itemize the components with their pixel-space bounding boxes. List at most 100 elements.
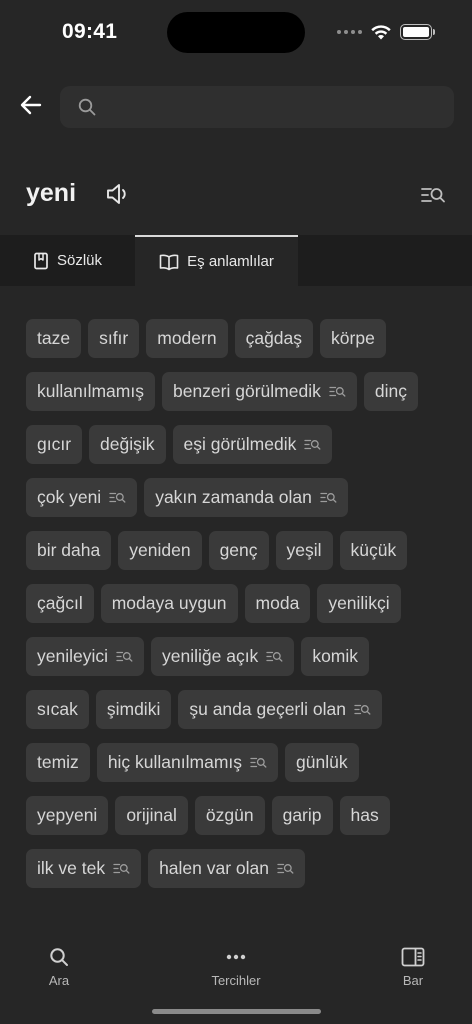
synonym-chip-label: çağcıl	[37, 593, 83, 613]
synonym-chip[interactable]: küçük	[339, 531, 408, 570]
synonym-chip[interactable]: sıfır	[88, 319, 140, 358]
list-search-icon	[266, 651, 283, 662]
synonym-chip-label: sıfır	[99, 328, 129, 348]
synonym-chip[interactable]: temiz	[26, 743, 90, 782]
synonym-chip[interactable]: moda	[244, 584, 311, 623]
synonym-chip[interactable]: dinç	[363, 372, 418, 411]
synonym-chip[interactable]: özgün	[194, 796, 265, 835]
synonym-chip[interactable]: değişik	[89, 425, 166, 464]
word-header: yeni	[0, 170, 472, 220]
synonym-chip[interactable]: taze	[26, 319, 82, 358]
tab-bar: Sözlük Eş anlamlılar	[0, 235, 472, 286]
synonym-chip[interactable]: yeniden	[118, 531, 202, 570]
synonym-chip-label: değişik	[100, 434, 155, 454]
tab-dictionary[interactable]: Sözlük	[0, 235, 135, 286]
synonym-list: taze sıfır modern çağdaş körpe kullanılmamış b…	[26, 319, 426, 888]
tab-synonyms-label: Eş anlamlılar	[187, 253, 274, 270]
synonym-chip-label: çok yeni	[37, 487, 102, 507]
nav-preferences-label: Tercihler	[211, 973, 261, 988]
synonym-chip[interactable]: günlük	[285, 743, 359, 782]
nav-search[interactable]: Ara	[14, 946, 104, 988]
pronounce-button[interactable]	[104, 180, 132, 208]
list-search-icon	[421, 188, 445, 203]
synonym-chip-label: hiç kullanılmamış	[107, 752, 243, 772]
nav-bar-label: Bar	[402, 973, 424, 988]
synonym-chip-label: yenileyici	[37, 646, 108, 666]
synonym-chip[interactable]: çağcıl	[26, 584, 94, 623]
list-search-icon	[304, 439, 321, 450]
synonym-chip[interactable]: kullanılmamış	[26, 372, 155, 411]
search-input[interactable]	[106, 86, 436, 128]
synonym-chip-label: bir daha	[37, 540, 101, 560]
synonym-chip-label: modaya uygun	[111, 593, 227, 613]
synonym-chip-label: yeşil	[286, 540, 322, 560]
synonym-chip[interactable]: benzeri görülmedik	[161, 372, 357, 411]
synonym-chip-label: şimdiki	[106, 699, 161, 719]
synonym-chip[interactable]: ilk ve tek	[26, 849, 142, 888]
synonym-chip[interactable]: şimdiki	[95, 690, 172, 729]
status-time: 09:41	[62, 20, 118, 43]
tab-synonyms[interactable]: Eş anlamlılar	[135, 235, 298, 286]
synonym-chip[interactable]: yenileyici	[26, 637, 144, 676]
synonym-chip[interactable]: hiç kullanılmamış	[96, 743, 279, 782]
nav-preferences[interactable]: Tercihler	[191, 946, 281, 988]
list-search-icon	[113, 863, 130, 874]
status-bar: 09:41	[0, 0, 472, 64]
battery-icon	[400, 24, 435, 40]
nav-bar[interactable]: Bar	[368, 946, 458, 988]
synonym-chip[interactable]: orijinal	[115, 796, 188, 835]
synonym-chip-label: has	[350, 805, 379, 825]
top-bar	[0, 84, 472, 130]
synonym-chip[interactable]: sıcak	[26, 690, 89, 729]
synonym-chip-label: ilk ve tek	[37, 858, 106, 878]
synonym-chip[interactable]: çağdaş	[234, 319, 314, 358]
synonym-chip[interactable]: çok yeni	[26, 478, 138, 517]
synonym-chip-label: genç	[219, 540, 258, 560]
synonym-chip[interactable]: yenilikçi	[317, 584, 401, 623]
home-indicator	[152, 1009, 321, 1014]
synonym-chip[interactable]: genç	[208, 531, 269, 570]
list-search-icon	[320, 492, 337, 503]
synonym-chip-label: kullanılmamış	[37, 381, 144, 401]
synonym-chip[interactable]: garip	[271, 796, 333, 835]
synonym-chip[interactable]: bir daha	[26, 531, 112, 570]
list-search-icon	[329, 386, 346, 397]
bottom-nav: Ara Tercihler Bar	[0, 940, 472, 1000]
tab-dictionary-label: Sözlük	[56, 252, 103, 269]
synonym-chip-label: moda	[255, 593, 300, 613]
synonym-chip[interactable]: körpe	[320, 319, 386, 358]
synonym-chip-label: yenilikçi	[328, 593, 390, 613]
synonym-chip[interactable]: modaya uygun	[100, 584, 238, 623]
synonym-chip-label: özgün	[205, 805, 254, 825]
synonym-chip[interactable]: modern	[146, 319, 228, 358]
list-search-icon	[109, 492, 126, 503]
synonym-chip[interactable]: yeniliğe açık	[151, 637, 295, 676]
synonym-chip[interactable]: yeşil	[275, 531, 333, 570]
synonym-chip-label: yepyeni	[37, 805, 98, 825]
synonym-chip[interactable]: yakın zamanda olan	[144, 478, 348, 517]
synonym-chip[interactable]: has	[339, 796, 390, 835]
synonym-chip-label: eşi görülmedik	[183, 434, 297, 454]
synonym-chip-label: garip	[282, 805, 322, 825]
synonym-chip[interactable]: komik	[301, 637, 370, 676]
word-title: yeni	[26, 179, 77, 207]
synonym-chip-label: sıcak	[37, 699, 78, 719]
synonym-chip[interactable]: halen var olan	[148, 849, 306, 888]
list-search-button[interactable]	[420, 182, 446, 208]
list-search-icon	[250, 757, 267, 768]
synonym-chip[interactable]: şu anda geçerli olan	[178, 690, 382, 729]
synonym-chip-label: yeniliğe açık	[162, 646, 259, 666]
synonym-chip-label: taze	[37, 328, 71, 348]
more-horizontal-icon	[226, 954, 246, 960]
synonym-chip[interactable]: gıcır	[26, 425, 83, 464]
synonym-chip[interactable]: yepyeni	[26, 796, 109, 835]
back-button[interactable]	[16, 90, 46, 120]
synonym-chip-label: dinç	[374, 381, 407, 401]
synonym-chip-label: yeniden	[129, 540, 191, 560]
wifi-icon	[371, 25, 391, 40]
search-field[interactable]	[60, 86, 454, 128]
synonym-chip[interactable]: eşi görülmedik	[172, 425, 333, 464]
synonym-chip-label: temiz	[37, 752, 79, 772]
cellular-signal-icon	[337, 30, 362, 34]
book-icon	[34, 252, 48, 269]
